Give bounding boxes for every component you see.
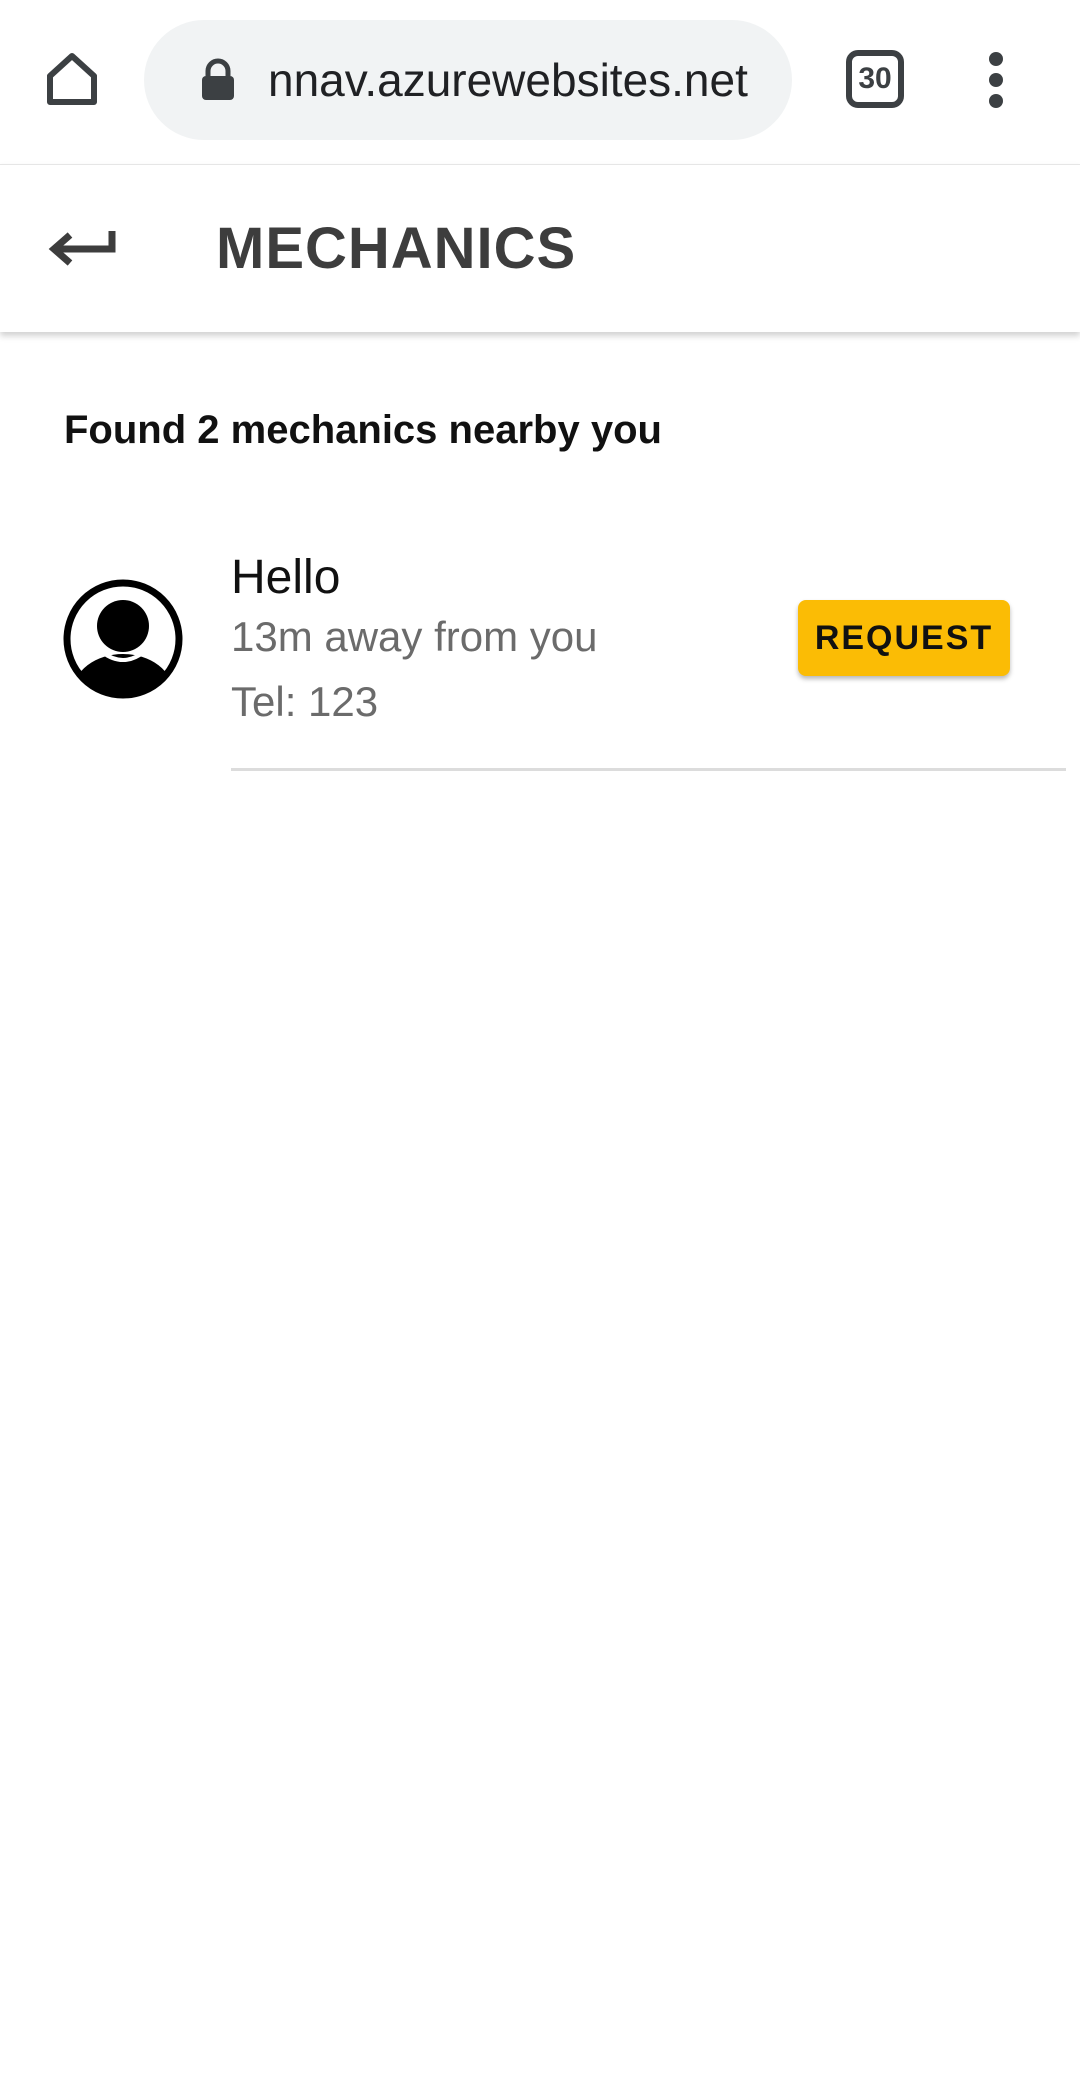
mechanic-phone: Tel: 123: [231, 678, 379, 725]
app-header: MECHANICS: [0, 164, 1080, 332]
lock-icon: [202, 58, 234, 100]
menu-dot: [989, 73, 1003, 87]
results-summary: Found 2 mechanics nearby you: [64, 408, 662, 452]
browser-toolbar: nnav.azurewebsites.net 30: [0, 0, 1080, 164]
tab-count: 30: [858, 62, 892, 95]
list-item: Hello 13m away from you Tel: 123 REQUEST: [0, 530, 1080, 771]
menu-dot: [989, 52, 1003, 66]
home-button[interactable]: [36, 42, 108, 114]
tab-switcher-button[interactable]: 30: [846, 50, 904, 108]
request-button[interactable]: REQUEST: [798, 600, 1010, 676]
url-text: nnav.azurewebsites.net: [268, 20, 764, 140]
page-title: MECHANICS: [216, 216, 577, 281]
url-value: nnav.azurewebsites.net: [268, 54, 748, 106]
address-bar[interactable]: nnav.azurewebsites.net: [144, 20, 792, 140]
home-icon: [47, 53, 97, 105]
menu-dot: [989, 94, 1003, 108]
mechanic-distance: 13m away from you: [231, 613, 598, 660]
divider: [231, 768, 1066, 771]
back-arrow-icon[interactable]: [40, 209, 120, 289]
mechanic-name: Hello: [231, 551, 341, 604]
account-circle-icon: [63, 579, 183, 699]
more-vert-icon[interactable]: [966, 46, 1026, 114]
